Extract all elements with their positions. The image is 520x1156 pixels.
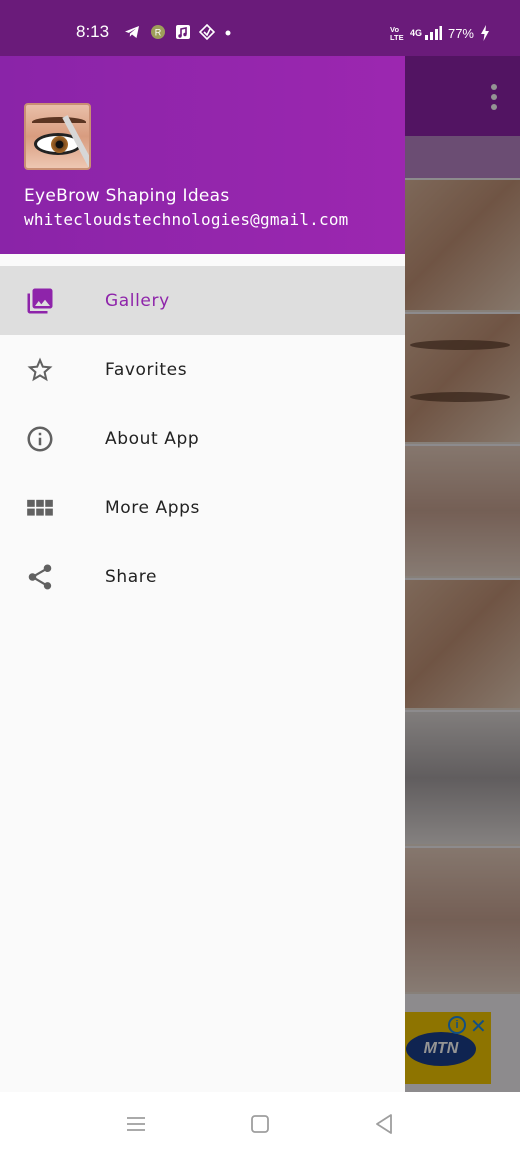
menu-label-about-app: About App — [105, 428, 200, 449]
recents-menu-icon[interactable] — [124, 1112, 148, 1136]
menu-item-gallery[interactable]: Gallery — [0, 266, 405, 335]
share-icon — [24, 561, 56, 593]
app-logo — [24, 103, 91, 170]
status-right: Vo LTE 4G 77% — [390, 24, 490, 42]
menu-label-share: Share — [105, 566, 158, 587]
status-bar: 8:13 R Vo LTE 4G 77% — [0, 0, 520, 56]
svg-text:LTE: LTE — [390, 33, 404, 42]
app-name: EyeBrow Shaping Ideas — [24, 186, 230, 206]
menu-label-favorites: Favorites — [105, 359, 188, 380]
menu-item-about-app[interactable]: About App — [0, 404, 405, 473]
grid-icon — [24, 492, 56, 524]
battery-percent: 77% — [447, 25, 474, 41]
status-time: 8:13 — [76, 22, 110, 41]
menu-item-more-apps[interactable]: More Apps — [0, 473, 405, 542]
registered-icon: R — [151, 25, 165, 39]
network-type: 4G — [409, 28, 422, 38]
home-icon[interactable] — [248, 1112, 272, 1136]
svg-text:R: R — [155, 28, 162, 38]
info-icon — [24, 423, 56, 455]
star-icon — [24, 354, 56, 386]
navigation-drawer: EyeBrow Shaping Ideas whitecloudstechnol… — [0, 0, 405, 1092]
menu-label-gallery: Gallery — [105, 290, 170, 311]
volte-icon: Vo LTE — [390, 25, 404, 42]
telegram-icon — [125, 26, 139, 38]
back-icon[interactable] — [372, 1112, 396, 1136]
more-notifications-icon — [225, 30, 231, 36]
menu-label-more-apps: More Apps — [105, 497, 201, 518]
vpn-shield-icon — [199, 24, 215, 40]
signal-icon — [424, 26, 442, 40]
music-app-icon — [176, 25, 190, 39]
charging-icon — [481, 25, 489, 41]
system-navigation-bar — [0, 1092, 520, 1156]
gallery-icon — [24, 285, 56, 317]
menu-item-favorites[interactable]: Favorites — [0, 335, 405, 404]
menu-item-share[interactable]: Share — [0, 542, 405, 611]
app-email: whitecloudstechnologies@gmail.com — [24, 210, 349, 229]
drawer-menu: Gallery Favorites About App More Apps Sh… — [0, 266, 405, 611]
